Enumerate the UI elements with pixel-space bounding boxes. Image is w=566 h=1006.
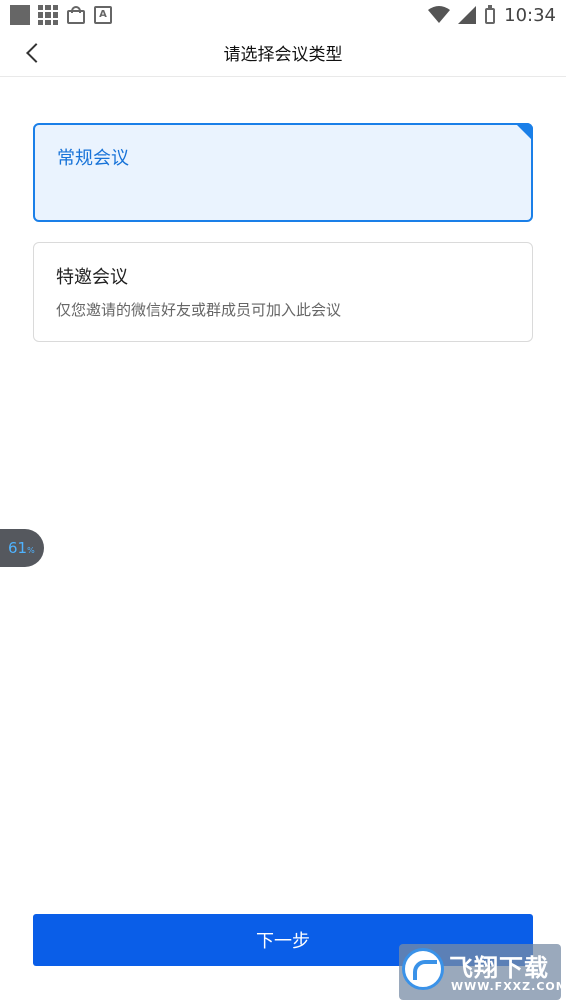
badge-value: 61	[8, 539, 28, 557]
status-bar-left: A	[10, 4, 112, 26]
signal-icon	[458, 6, 477, 24]
stop-icon	[10, 5, 30, 25]
watermark: 飞翔下载 WWW.FXXZ.COM	[399, 944, 566, 1000]
wifi-icon	[428, 6, 451, 23]
selected-corner-indicator	[515, 123, 533, 141]
option-regular-meeting[interactable]: 常规会议	[33, 123, 533, 222]
option-title: 特邀会议	[56, 267, 128, 288]
option-invite-meeting[interactable]: 特邀会议 仅您邀请的微信好友或群成员可加入此会议	[33, 242, 533, 342]
floating-speed-badge[interactable]: 61 %	[0, 529, 44, 567]
option-description: 仅您邀请的微信好友或群成员可加入此会议	[56, 301, 342, 319]
status-bar-right: 10:34	[428, 3, 556, 27]
status-bar: A 10:34	[0, 0, 566, 30]
watermark-domain: WWW.FXXZ.COM	[451, 980, 566, 993]
watermark-text: 飞翔下载	[449, 954, 549, 982]
a-icon: A	[94, 6, 112, 24]
nav-bar: 请选择会议类型	[0, 30, 566, 77]
badge-unit: %	[27, 545, 35, 555]
battery-icon	[484, 5, 496, 25]
watermark-logo-icon	[402, 948, 444, 990]
status-time: 10:34	[504, 4, 556, 26]
grid-icon	[38, 5, 58, 25]
page-title: 请选择会议类型	[223, 45, 343, 65]
option-title: 常规会议	[57, 148, 129, 169]
shopping-bag-icon	[66, 5, 86, 25]
